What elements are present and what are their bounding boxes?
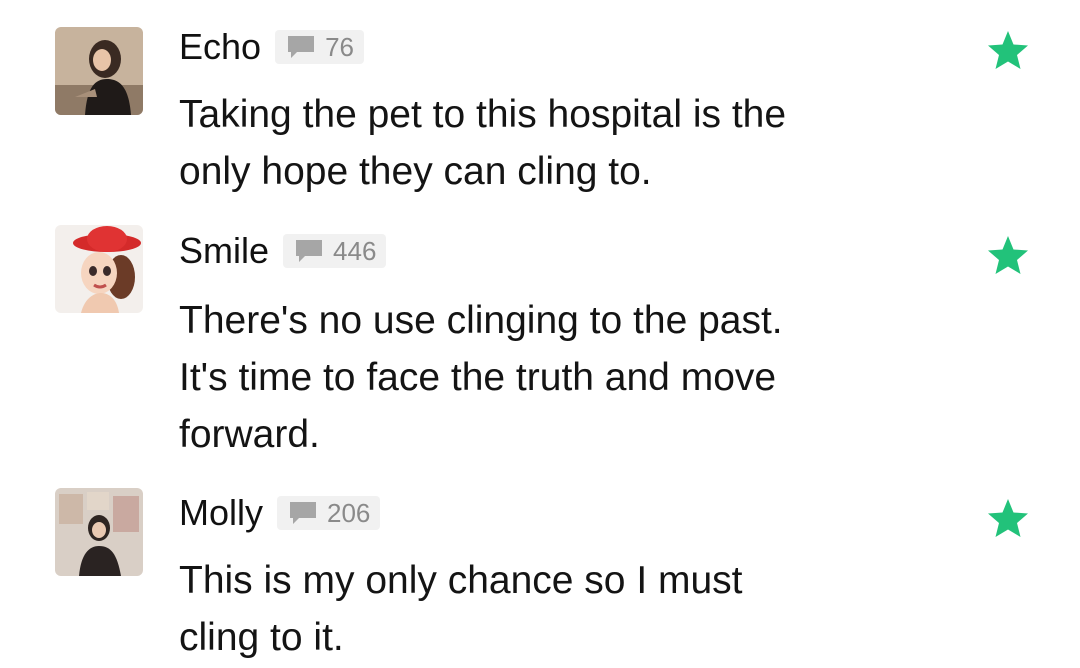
star-button[interactable] <box>987 497 1029 539</box>
comment-bubble-icon <box>290 502 317 524</box>
comment-text-line: cling to it. <box>179 616 344 659</box>
avatar[interactable] <box>55 488 143 576</box>
reply-count: 206 <box>327 497 371 528</box>
star-button[interactable] <box>987 29 1029 71</box>
reply-count-badge[interactable]: 206 <box>277 496 381 530</box>
avatar-photo <box>55 27 143 115</box>
comment-text-line: It's time to face the truth and move <box>179 356 777 399</box>
avatar[interactable] <box>55 27 143 115</box>
avatar-photo <box>55 488 143 576</box>
avatar[interactable] <box>55 225 143 313</box>
comment-header: Echo 76 <box>179 25 364 69</box>
comment-bubble-icon <box>296 240 323 262</box>
star-icon <box>988 31 1028 69</box>
comment-text: There's no use clinging to the past. It'… <box>179 292 959 463</box>
star-button[interactable] <box>987 234 1029 276</box>
star-icon <box>988 236 1028 274</box>
comment-text: This is my only chance so I must cling t… <box>179 552 959 666</box>
comment-text-line: Taking the pet to this hospital is the <box>179 93 787 136</box>
comment-text-line: There's no use clinging to the past. <box>179 299 783 342</box>
avatar-cartoon <box>55 225 143 313</box>
reply-count: 446 <box>333 235 377 266</box>
username[interactable]: Smile <box>179 229 269 273</box>
comment-header: Smile 446 <box>179 229 387 273</box>
username[interactable]: Echo <box>179 25 261 69</box>
comment-text-line: This is my only chance so I must <box>179 559 743 602</box>
reply-count-badge[interactable]: 76 <box>275 30 364 64</box>
username[interactable]: Molly <box>179 491 263 535</box>
comment-text-line: only hope they can cling to. <box>179 150 652 193</box>
reply-count-badge[interactable]: 446 <box>283 234 387 268</box>
comment-text-line: forward. <box>179 413 320 456</box>
star-icon <box>988 499 1028 537</box>
reply-count: 76 <box>325 31 354 62</box>
comment-bubble-icon <box>288 36 315 58</box>
comment-text: Taking the pet to this hospital is the o… <box>179 86 959 200</box>
comment-header: Molly 206 <box>179 491 381 535</box>
